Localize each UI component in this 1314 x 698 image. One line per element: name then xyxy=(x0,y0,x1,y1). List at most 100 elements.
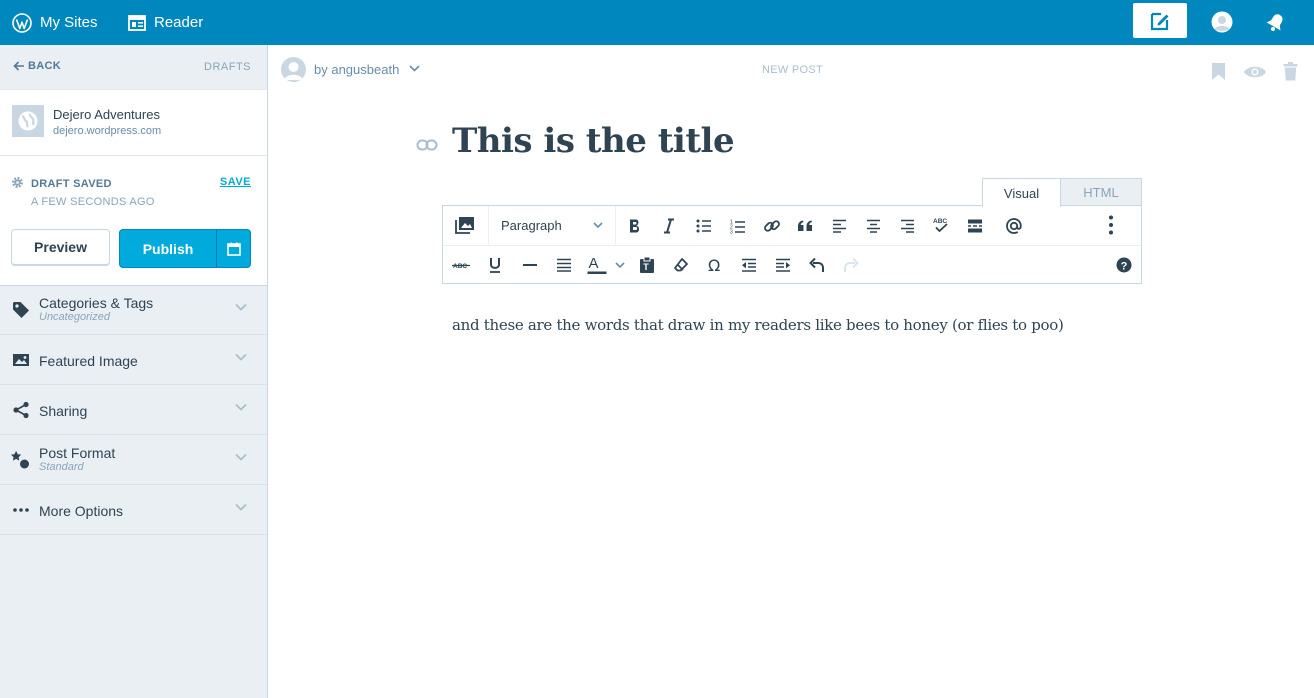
arrow-left-icon xyxy=(13,61,24,71)
bullet-list-button[interactable] xyxy=(692,214,716,238)
notifications-button[interactable] xyxy=(1264,10,1288,34)
chevron-down-icon[interactable] xyxy=(409,65,420,72)
editor-toolbar: Paragraph 123 ABC ABC A T Ω ? xyxy=(442,205,1142,284)
post-status-area: DRAFT SAVED SAVE A FEW SECONDS AGO Previ… xyxy=(0,156,267,286)
schedule-button[interactable] xyxy=(216,229,251,268)
undo-button[interactable] xyxy=(805,253,829,277)
tag-icon xyxy=(11,300,31,320)
outdent-button[interactable] xyxy=(737,253,761,277)
mention-button[interactable] xyxy=(1002,214,1026,238)
align-center-icon xyxy=(866,219,880,233)
align-center-button[interactable] xyxy=(861,214,885,238)
read-more-button[interactable] xyxy=(963,214,987,238)
permalink-icon[interactable] xyxy=(416,137,438,153)
image-icon xyxy=(11,350,31,370)
clear-formatting-button[interactable] xyxy=(669,253,693,277)
avatar-icon xyxy=(1211,11,1233,33)
accordion-sharing[interactable]: Sharing xyxy=(0,385,267,435)
blockquote-button[interactable] xyxy=(793,214,817,238)
spellcheck-button[interactable]: ABC xyxy=(929,213,953,237)
accordion-categories-tags[interactable]: Categories & Tags Uncategorized xyxy=(0,285,267,335)
align-left-button[interactable] xyxy=(827,214,851,238)
clipboard-icon: T xyxy=(640,256,654,273)
accordion-more-options[interactable]: More Options xyxy=(0,485,267,535)
help-button[interactable]: ? xyxy=(1112,253,1136,277)
calendar-icon xyxy=(226,242,241,256)
my-sites-link[interactable]: My Sites xyxy=(12,0,98,45)
post-title[interactable]: This is the title xyxy=(452,121,735,161)
reader-link[interactable]: Reader xyxy=(128,0,203,45)
bold-button[interactable] xyxy=(623,214,647,238)
bookmark-icon xyxy=(1212,63,1225,80)
link-icon xyxy=(764,220,780,232)
drafts-link[interactable]: DRAFTS xyxy=(204,61,251,73)
bold-icon xyxy=(630,219,639,233)
align-right-icon xyxy=(900,219,914,233)
chevron-down-icon xyxy=(235,503,247,511)
insert-link-button[interactable] xyxy=(760,214,784,238)
align-right-button[interactable] xyxy=(895,214,919,238)
bookmark-button[interactable] xyxy=(1211,62,1226,81)
text-color-button[interactable]: A xyxy=(586,252,610,276)
preview-eye-button[interactable] xyxy=(1243,65,1267,79)
svg-text:3: 3 xyxy=(730,229,733,234)
horizontal-line-button[interactable] xyxy=(518,253,542,277)
accordion-post-format[interactable]: Post Format Standard xyxy=(0,435,267,485)
profile-button[interactable] xyxy=(1210,10,1234,34)
back-button[interactable]: BACK xyxy=(13,60,61,72)
chevron-down-icon[interactable] xyxy=(615,262,625,269)
indent-button[interactable] xyxy=(771,253,795,277)
accordion-title: More Options xyxy=(39,503,124,519)
reader-label: Reader xyxy=(154,14,204,31)
chevron-down-icon xyxy=(235,403,247,411)
indent-icon xyxy=(776,258,790,272)
svg-text:A: A xyxy=(589,255,599,272)
reader-icon xyxy=(128,14,146,31)
accordion-subtitle: Uncategorized xyxy=(39,311,110,323)
saved-time: A FEW SECONDS AGO xyxy=(31,196,155,208)
strikethrough-button[interactable]: ABC xyxy=(449,253,473,277)
editor-sidebar: BACK DRAFTS Dejero Adventures dejero.wor… xyxy=(0,45,268,698)
spellcheck-icon: ABC xyxy=(933,218,948,233)
tab-html[interactable]: HTML xyxy=(1061,178,1142,206)
author-selector[interactable]: by angusbeath xyxy=(314,62,399,77)
author-avatar[interactable] xyxy=(281,57,306,82)
format-select-value: Paragraph xyxy=(501,218,562,233)
eraser-icon xyxy=(674,258,688,272)
preview-button[interactable]: Preview xyxy=(11,229,110,266)
svg-text:ABC: ABC xyxy=(933,218,947,225)
tab-visual[interactable]: Visual xyxy=(982,178,1061,207)
add-media-button[interactable] xyxy=(453,213,477,237)
post-status-label: NEW POST xyxy=(762,64,824,76)
underline-button[interactable] xyxy=(483,253,507,277)
omega-icon: Ω xyxy=(708,257,720,273)
underline-icon xyxy=(490,258,500,273)
italic-button[interactable] xyxy=(657,214,681,238)
masterbar: My Sites Reader xyxy=(0,0,1314,45)
redo-button[interactable] xyxy=(839,253,863,277)
format-select[interactable]: Paragraph xyxy=(489,206,615,245)
toolbar-toggle-button[interactable] xyxy=(1099,213,1123,237)
trash-button[interactable] xyxy=(1283,62,1298,81)
text-color-icon: A xyxy=(587,255,607,274)
at-sign-icon xyxy=(1006,218,1022,234)
post-content[interactable]: and these are the words that draw in my … xyxy=(452,316,1064,334)
numbered-list-button[interactable]: 123 xyxy=(726,214,750,238)
write-post-button[interactable] xyxy=(1133,3,1187,38)
site-card[interactable]: Dejero Adventures dejero.wordpress.com xyxy=(0,90,267,156)
chevron-down-icon xyxy=(235,353,247,361)
draft-saved-status: DRAFT SAVED xyxy=(31,178,112,190)
align-justify-icon xyxy=(557,258,571,272)
accordion-title: Featured Image xyxy=(39,353,138,369)
publish-button[interactable]: Publish xyxy=(119,229,216,268)
paste-text-button[interactable]: T xyxy=(635,253,659,277)
save-link[interactable]: SAVE xyxy=(220,176,251,188)
vertical-ellipsis-icon xyxy=(1109,215,1113,235)
svg-text:Ω: Ω xyxy=(708,257,720,273)
svg-text:T: T xyxy=(643,262,649,272)
justify-button[interactable] xyxy=(552,253,576,277)
my-sites-label: My Sites xyxy=(40,14,98,31)
site-icon xyxy=(12,105,44,137)
special-character-button[interactable]: Ω xyxy=(703,253,727,277)
accordion-featured-image[interactable]: Featured Image xyxy=(0,335,267,385)
